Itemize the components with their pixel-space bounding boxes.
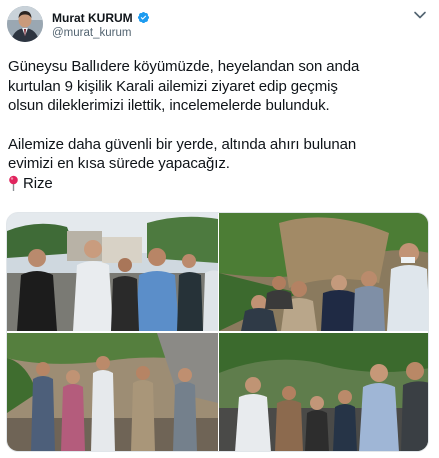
tweet-text-line: evimizi en kısa sürede yapacağız.	[8, 155, 230, 172]
photo-1[interactable]	[7, 213, 218, 331]
tweet-card: Murat KURUM @murat_kurum Güneysu Ballıde…	[0, 0, 439, 458]
author-names: Murat KURUM @murat_kurum	[52, 10, 150, 39]
tweet-text-line: olsun dileklerimizi ilettik, incelemeler…	[8, 97, 330, 114]
verified-badge-icon	[137, 11, 149, 24]
photo-4[interactable]	[219, 333, 428, 451]
round-pushpin-icon	[9, 175, 18, 192]
tweet-text: Güneysu Ballıdere köyümüzde, heyelandan …	[8, 57, 428, 193]
photo-3[interactable]	[7, 333, 218, 451]
photo-2[interactable]	[219, 213, 428, 331]
author-handle[interactable]: @murat_kurum	[52, 27, 150, 39]
photo-grid	[6, 212, 429, 452]
author-display-name[interactable]: Murat KURUM	[52, 11, 133, 25]
tweet-text-line: Ailemize daha güvenli bir yerde, altında…	[8, 135, 357, 153]
avatar[interactable]	[7, 6, 43, 42]
tweet-text-line: Güneysu Ballıdere köyümüzde, heyelandan …	[8, 58, 360, 75]
tweet-location: Rize	[8, 174, 428, 194]
chevron-down-icon[interactable]	[413, 10, 427, 20]
tweet-header: Murat KURUM @murat_kurum	[7, 6, 429, 46]
tweet-text-line: kurtulan 9 kişilik Karali ailemizi ziyar…	[8, 77, 338, 95]
location-label: Rize	[23, 174, 53, 192]
